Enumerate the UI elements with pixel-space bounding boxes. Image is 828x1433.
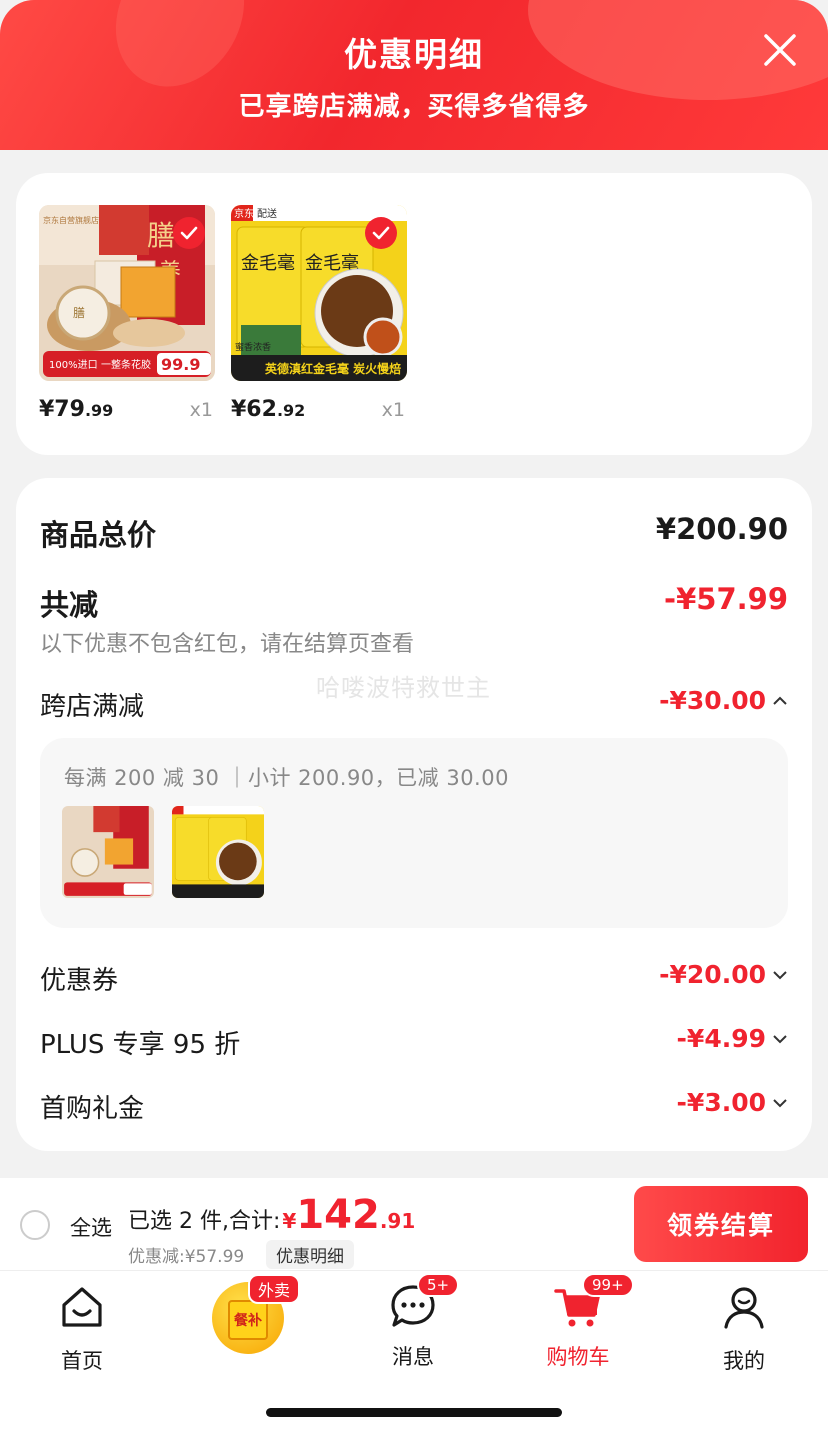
cart-icon: 99+ bbox=[554, 1273, 634, 1331]
cross-store-detail-panel: 每满 200 减 30 ｜小计 200.90，已减 30.00 bbox=[40, 738, 788, 928]
coupon-row[interactable]: 优惠券 -¥20.00 bbox=[40, 960, 788, 997]
coupon-value[interactable]: -¥20.00 bbox=[659, 960, 788, 989]
select-all-radio[interactable] bbox=[20, 1210, 50, 1240]
user-icon bbox=[724, 1287, 764, 1329]
product-image[interactable]: 京东 配送 金毛毫 金毛毫 蜜香浓香 英德滇红金毛毫 炭火慢焙 bbox=[231, 205, 407, 381]
svg-text:英德滇红金毛毫 炭火慢焙: 英德滇红金毛毫 炭火慢焙 bbox=[265, 361, 401, 376]
cross-store-value[interactable]: -¥30.00 bbox=[659, 686, 788, 715]
product-list-card: 膳 养 膳 100%进口 一整条花胶 99.9 京东自营旗舰店 ¥79.99 x… bbox=[16, 173, 812, 455]
takeout-badge: 外卖 bbox=[248, 1274, 301, 1304]
svg-text:配送: 配送 bbox=[257, 207, 277, 220]
discount-detail-link[interactable]: 优惠明细 bbox=[266, 1240, 354, 1269]
select-all-label[interactable]: 全选 bbox=[70, 1212, 112, 1242]
svg-text:膳: 膳 bbox=[73, 305, 85, 320]
tab-label: 首页 bbox=[61, 1349, 103, 1373]
first-purchase-row[interactable]: 首购礼金 -¥3.00 bbox=[40, 1088, 788, 1125]
total-reduce-value: -¥57.99 bbox=[664, 582, 788, 616]
svg-text:膳: 膳 bbox=[147, 219, 175, 252]
tab-home[interactable]: 首页 bbox=[22, 1283, 142, 1375]
tab-messages[interactable]: 5+ 消息 bbox=[353, 1273, 473, 1371]
chevron-down-icon[interactable] bbox=[772, 1034, 788, 1044]
selected-check-icon[interactable] bbox=[173, 217, 205, 249]
tab-label: 我的 bbox=[723, 1349, 765, 1373]
first-purchase-value[interactable]: -¥3.00 bbox=[677, 1088, 788, 1117]
tab-cart[interactable]: 99+ 购物车 bbox=[518, 1273, 638, 1371]
discount-detail-header: 优惠明细 已享跨店满减，买得多省得多 bbox=[0, 0, 828, 150]
svg-text:京东: 京东 bbox=[234, 207, 254, 220]
chevron-up-icon[interactable] bbox=[772, 696, 788, 706]
tab-takeout[interactable]: 餐补 外卖 bbox=[212, 1274, 301, 1354]
svg-text:金毛毫: 金毛毫 bbox=[241, 253, 295, 274]
svg-text:99.9: 99.9 bbox=[161, 355, 200, 374]
discount-rule-text: 每满 200 减 30 ｜小计 200.90，已减 30.00 bbox=[64, 766, 509, 790]
product-quantity: x1 bbox=[189, 399, 213, 421]
product-price: ¥62.92 bbox=[231, 397, 306, 422]
message-icon: 5+ bbox=[389, 1273, 460, 1331]
product-quantity: x1 bbox=[381, 399, 405, 421]
tab-label: 消息 bbox=[392, 1345, 434, 1369]
svg-text:100%进口: 100%进口 bbox=[49, 359, 98, 371]
discount-summary: 优惠减:¥57.99 bbox=[128, 1247, 245, 1267]
discount-breakdown-card: 商品总价 ¥200.90 共减 -¥57.99 以下优惠不包含红包，请在结算页查… bbox=[16, 478, 812, 1151]
product-item[interactable]: 膳 养 膳 100%进口 一整条花胶 99.9 京东自营旗舰店 ¥79.99 x… bbox=[39, 205, 215, 422]
total-reduce-row: 共减 -¥57.99 bbox=[40, 582, 788, 624]
page-subtitle: 已享跨店满减，买得多省得多 bbox=[238, 92, 590, 122]
selected-check-icon[interactable] bbox=[365, 217, 397, 249]
page-title: 优惠明细 bbox=[344, 35, 484, 74]
plus-discount-row[interactable]: PLUS 专享 95 折 -¥4.99 bbox=[40, 1024, 788, 1061]
cart-badge: 99+ bbox=[582, 1273, 634, 1297]
product-thumbnail bbox=[62, 806, 154, 898]
cross-store-row[interactable]: 跨店满减 -¥30.00 bbox=[40, 686, 788, 723]
total-summary: 已选 2 件,合计: ¥ 142 .91 bbox=[128, 1192, 416, 1238]
chevron-down-icon[interactable] bbox=[772, 970, 788, 980]
reduce-note: 以下优惠不包含红包，请在结算页查看 bbox=[40, 632, 415, 657]
product-price: ¥79.99 bbox=[39, 397, 114, 422]
chevron-down-icon[interactable] bbox=[772, 1098, 788, 1108]
home-indicator[interactable] bbox=[266, 1408, 562, 1417]
total-price-row: 商品总价 ¥200.90 bbox=[40, 512, 788, 554]
product-item[interactable]: 京东 配送 金毛毫 金毛毫 蜜香浓香 英德滇红金毛毫 炭火慢焙 ¥62.92 x… bbox=[231, 205, 407, 422]
product-thumbnail bbox=[172, 806, 264, 898]
svg-text:蜜香浓香: 蜜香浓香 bbox=[235, 341, 271, 353]
svg-text:一整条花胶: 一整条花胶 bbox=[101, 358, 151, 371]
svg-text:京东自营旗舰店: 京东自营旗舰店 bbox=[43, 215, 99, 225]
checkout-button[interactable]: 领券结算 bbox=[634, 1186, 808, 1262]
meal-bag-icon: 餐补 bbox=[228, 1300, 268, 1340]
tab-profile[interactable]: 我的 bbox=[684, 1283, 804, 1375]
plus-discount-value[interactable]: -¥4.99 bbox=[677, 1024, 788, 1053]
close-icon[interactable] bbox=[762, 32, 798, 68]
home-icon bbox=[62, 1287, 102, 1327]
tab-label: 购物车 bbox=[546, 1345, 610, 1369]
message-badge: 5+ bbox=[417, 1273, 460, 1297]
total-price-value: ¥200.90 bbox=[655, 512, 788, 546]
checkout-bar: 全选 已选 2 件,合计: ¥ 142 .91 优惠减:¥57.99 优惠明细 … bbox=[0, 1178, 828, 1270]
product-image[interactable]: 膳 养 膳 100%进口 一整条花胶 99.9 京东自营旗舰店 bbox=[39, 205, 215, 381]
